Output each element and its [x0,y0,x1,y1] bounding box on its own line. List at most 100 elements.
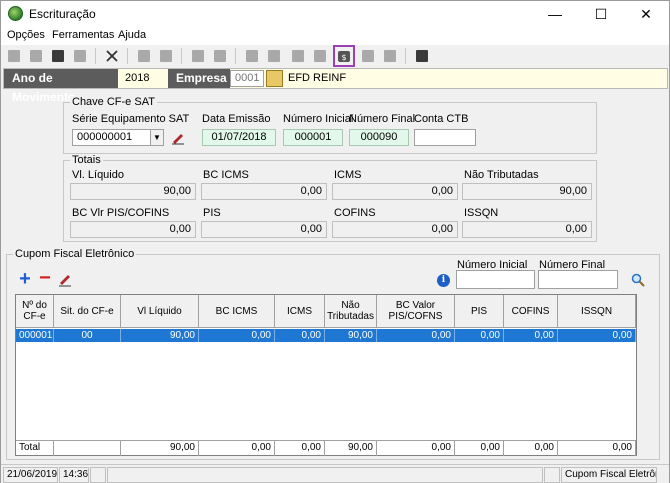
numero-final-field[interactable]: 000090 [349,129,409,146]
col-header-num-cfe[interactable]: Nº do CF-e [16,295,54,328]
cupom-grid[interactable]: Nº do CF-e Sit. do CF-e Vl Líquido BC IC… [15,294,637,456]
total-bc-icms: 0,00 [199,441,275,456]
import-icon[interactable] [265,47,283,65]
cash-register-icon[interactable]: $ [333,45,355,67]
delete-x-icon[interactable] [103,47,121,65]
menu-opcoes[interactable]: Opções [7,29,45,41]
close-button[interactable]: ✕ [623,1,669,27]
bc-pis-cofins-field: 0,00 [70,221,196,238]
maximize-button[interactable]: ☐ [578,1,624,27]
add-plus-icon[interactable]: + [17,269,33,289]
data-emissao-field[interactable]: 01/07/2018 [202,129,276,146]
col-header-cofins[interactable]: COFINS [504,295,558,328]
chevron-down-icon[interactable]: ▼ [150,130,163,145]
document-icon[interactable] [135,47,153,65]
total-sit-cfe [54,441,121,456]
edit-pen-icon[interactable] [57,271,73,287]
table-row[interactable]: 000001 00 90,00 0,00 0,00 90,00 0,00 0,0… [16,329,636,342]
cofins-field: 0,00 [332,221,458,238]
title-bar: Escrituração — ☐ ✕ [1,1,669,27]
col-header-icms[interactable]: ICMS [275,295,325,328]
save-icon[interactable] [49,47,67,65]
col-header-vl-liquido[interactable]: Vl Líquido [121,295,199,328]
empresa-name: EFD REINF [288,72,347,84]
remove-minus-icon[interactable]: − [37,268,53,288]
totais-group: Totais Vl. Líquido 90,00 BC ICMS 0,00 IC… [63,154,597,242]
open-folder-icon[interactable] [266,70,283,87]
status-date: 21/06/2019 [3,467,58,483]
menu-ferramentas[interactable]: Ferramentas [52,29,114,41]
pin-icon[interactable] [289,47,307,65]
cupom-numero-inicial-field[interactable] [456,270,535,289]
bc-pis-cofins-label: BC Vlr PIS/COFINS [72,207,170,219]
search-icon[interactable] [631,273,645,287]
bc-icms-field: 0,00 [201,183,327,200]
cell-nao-tributadas[interactable]: 90,00 [325,329,377,342]
cell-pis[interactable]: 0,00 [455,329,504,342]
app-window: Escrituração — ☐ ✕ Opções Ferramentas Aj… [0,0,670,483]
cupom-group-title: Cupom Fiscal Eletrônico [13,248,137,260]
issqn-label: ISSQN [464,207,499,219]
totais-group-title: Totais [70,154,103,166]
cell-vl-liquido[interactable]: 90,00 [121,329,199,342]
status-panel-2 [107,467,543,483]
total-icms: 0,00 [275,441,325,456]
cell-icms[interactable]: 0,00 [275,329,325,342]
numero-inicial-field[interactable]: 000001 [283,129,343,146]
eraser-icon[interactable] [71,47,89,65]
menu-ajuda[interactable]: Ajuda [118,29,146,41]
status-screen-name: Cupom Fiscal Eletrônico [561,467,657,483]
pis-field: 0,00 [201,221,327,238]
bc-icms-label: BC ICMS [203,169,249,181]
app-logo-icon [8,6,23,21]
info-icon[interactable]: i [437,274,450,287]
cupom-numero-final-field[interactable] [538,270,618,289]
undo-icon[interactable] [27,47,45,65]
cell-issqn[interactable]: 0,00 [558,329,636,342]
report-icon[interactable] [381,47,399,65]
cell-bc-icms[interactable]: 0,00 [199,329,275,342]
vl-liquido-label: Vl. Líquido [72,169,124,181]
nao-tributadas-label: Não Tributadas [464,169,539,181]
edit-pen-icon[interactable] [170,129,186,145]
col-header-bc-pis-cofins[interactable]: BC Valor PIS/COFNS [377,295,455,328]
numbering-icon[interactable] [157,47,175,65]
exit-door-icon[interactable] [413,47,431,65]
status-bar: 21/06/2019 14:36 Cupom Fiscal Eletrônico [1,464,669,483]
total-issqn: 0,00 [558,441,636,456]
col-header-bc-icms[interactable]: BC ICMS [199,295,275,328]
issqn-field: 0,00 [462,221,592,238]
chave-cfe-group: Chave CF-e SAT Série Equipamento SAT 000… [63,96,597,154]
cell-sit-cfe[interactable]: 00 [54,329,121,342]
folder-icon[interactable] [243,47,261,65]
svg-text:$: $ [341,53,346,62]
ano-label: Ano de Movimento [4,69,118,104]
cofins-label: COFINS [334,207,376,219]
col-header-issqn[interactable]: ISSQN [558,295,636,328]
col-header-pis[interactable]: PIS [455,295,504,328]
cell-cofins[interactable]: 0,00 [504,329,558,342]
empresa-label: Empresa [168,69,230,88]
tree-icon[interactable] [189,47,207,65]
empresa-code-field[interactable]: 0001 [230,70,264,87]
panel-icon[interactable] [211,47,229,65]
cloud-icon[interactable] [311,47,329,65]
chave-group-title: Chave CF-e SAT [70,96,157,108]
col-header-nao-tributadas[interactable]: Não Tributadas [325,295,377,328]
status-panel-3 [544,467,560,483]
conta-ctb-field[interactable] [414,129,476,146]
menu-bar: Opções Ferramentas Ajuda [1,27,669,45]
window-title: Escrituração [29,7,96,21]
year-company-bar: Ano de Movimento 2018 Empresa 0001 EFD R… [3,68,668,104]
cell-num-cfe[interactable]: 000001 [16,329,54,342]
minimize-button[interactable]: — [532,1,578,27]
conta-ctb-label: Conta CTB [414,113,469,125]
cell-bc-pis-cofins[interactable]: 0,00 [377,329,455,342]
col-header-sit-cfe[interactable]: Sit. do CF-e [54,295,121,328]
icms-field: 0,00 [332,183,458,200]
new-document-icon[interactable] [5,47,23,65]
total-nao-tributadas: 90,00 [325,441,377,456]
spreadsheet-icon[interactable] [359,47,377,65]
ano-field[interactable]: 2018 [120,70,156,87]
data-emissao-label: Data Emissão [202,113,271,125]
